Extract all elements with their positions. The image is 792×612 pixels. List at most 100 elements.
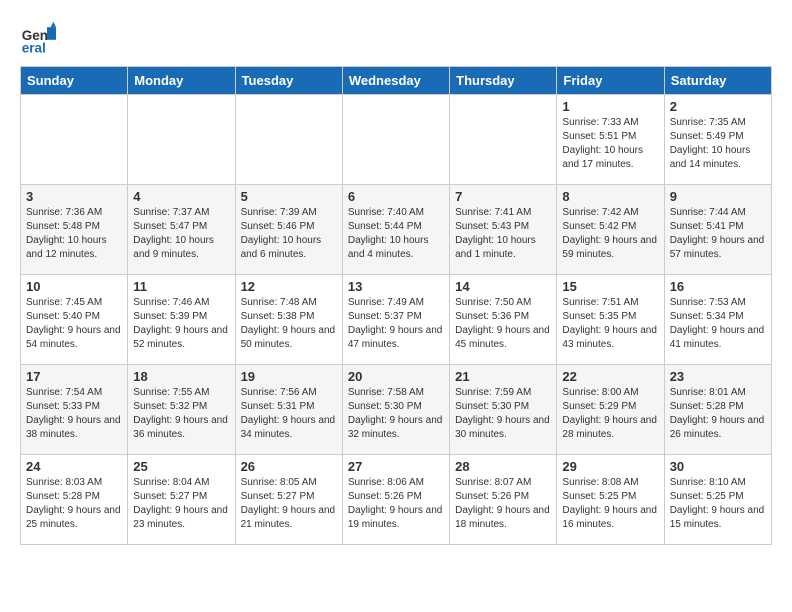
day-number: 26: [241, 459, 337, 474]
calendar-cell: 8 Sunrise: 7:42 AM Sunset: 5:42 PM Daylig…: [557, 185, 664, 275]
day-number: 4: [133, 189, 229, 204]
day-info: Sunrise: 7:36 AM Sunset: 5:48 PM Dayligh…: [26, 206, 122, 262]
logo-icon: Gen eral: [20, 20, 56, 56]
calendar-cell: 7 Sunrise: 7:41 AM Sunset: 5:43 PM Daylig…: [450, 185, 557, 275]
svg-text:eral: eral: [22, 40, 46, 55]
day-info: Sunrise: 8:06 AM Sunset: 5:26 PM Dayligh…: [348, 476, 444, 532]
column-header-wednesday: Wednesday: [342, 67, 449, 95]
day-info: Sunrise: 8:03 AM Sunset: 5:28 PM Dayligh…: [26, 476, 122, 532]
calendar-cell: 1 Sunrise: 7:33 AM Sunset: 5:51 PM Daylig…: [557, 95, 664, 185]
day-info: Sunrise: 7:35 AM Sunset: 5:49 PM Dayligh…: [670, 116, 766, 172]
column-header-sunday: Sunday: [21, 67, 128, 95]
day-number: 24: [26, 459, 122, 474]
calendar-cell: 21 Sunrise: 7:59 AM Sunset: 5:30 PM Dayli…: [450, 365, 557, 455]
day-number: 29: [562, 459, 658, 474]
day-info: Sunrise: 7:54 AM Sunset: 5:33 PM Dayligh…: [26, 386, 122, 442]
calendar-cell: 10 Sunrise: 7:45 AM Sunset: 5:40 PM Dayli…: [21, 275, 128, 365]
calendar-cell: 16 Sunrise: 7:53 AM Sunset: 5:34 PM Dayli…: [664, 275, 771, 365]
calendar-cell: [450, 95, 557, 185]
day-info: Sunrise: 7:42 AM Sunset: 5:42 PM Dayligh…: [562, 206, 658, 262]
calendar-week-5: 24 Sunrise: 8:03 AM Sunset: 5:28 PM Dayli…: [21, 455, 772, 545]
day-number: 18: [133, 369, 229, 384]
day-info: Sunrise: 7:51 AM Sunset: 5:35 PM Dayligh…: [562, 296, 658, 352]
day-number: 23: [670, 369, 766, 384]
day-number: 5: [241, 189, 337, 204]
day-number: 28: [455, 459, 551, 474]
calendar-cell: 24 Sunrise: 8:03 AM Sunset: 5:28 PM Dayli…: [21, 455, 128, 545]
calendar-cell: [21, 95, 128, 185]
day-info: Sunrise: 7:46 AM Sunset: 5:39 PM Dayligh…: [133, 296, 229, 352]
day-info: Sunrise: 7:39 AM Sunset: 5:46 PM Dayligh…: [241, 206, 337, 262]
calendar-cell: 29 Sunrise: 8:08 AM Sunset: 5:25 PM Dayli…: [557, 455, 664, 545]
calendar-cell: 27 Sunrise: 8:06 AM Sunset: 5:26 PM Dayli…: [342, 455, 449, 545]
day-info: Sunrise: 8:07 AM Sunset: 5:26 PM Dayligh…: [455, 476, 551, 532]
day-info: Sunrise: 7:33 AM Sunset: 5:51 PM Dayligh…: [562, 116, 658, 172]
day-info: Sunrise: 7:49 AM Sunset: 5:37 PM Dayligh…: [348, 296, 444, 352]
calendar-cell: 6 Sunrise: 7:40 AM Sunset: 5:44 PM Daylig…: [342, 185, 449, 275]
day-number: 25: [133, 459, 229, 474]
calendar-cell: 5 Sunrise: 7:39 AM Sunset: 5:46 PM Daylig…: [235, 185, 342, 275]
day-info: Sunrise: 8:00 AM Sunset: 5:29 PM Dayligh…: [562, 386, 658, 442]
day-info: Sunrise: 7:59 AM Sunset: 5:30 PM Dayligh…: [455, 386, 551, 442]
day-number: 16: [670, 279, 766, 294]
calendar-header-row: SundayMondayTuesdayWednesdayThursdayFrid…: [21, 67, 772, 95]
calendar-cell: 28 Sunrise: 8:07 AM Sunset: 5:26 PM Dayli…: [450, 455, 557, 545]
calendar-cell: 9 Sunrise: 7:44 AM Sunset: 5:41 PM Daylig…: [664, 185, 771, 275]
day-info: Sunrise: 7:53 AM Sunset: 5:34 PM Dayligh…: [670, 296, 766, 352]
day-number: 27: [348, 459, 444, 474]
calendar-cell: 25 Sunrise: 8:04 AM Sunset: 5:27 PM Dayli…: [128, 455, 235, 545]
calendar-cell: [235, 95, 342, 185]
calendar-week-4: 17Sunrise: 7:54 AM Sunset: 5:33 PM Dayli…: [21, 365, 772, 455]
day-number: 11: [133, 279, 229, 294]
calendar-cell: 19 Sunrise: 7:56 AM Sunset: 5:31 PM Dayli…: [235, 365, 342, 455]
calendar-cell: 11 Sunrise: 7:46 AM Sunset: 5:39 PM Dayli…: [128, 275, 235, 365]
calendar-cell: 26 Sunrise: 8:05 AM Sunset: 5:27 PM Dayli…: [235, 455, 342, 545]
calendar-cell: [128, 95, 235, 185]
column-header-tuesday: Tuesday: [235, 67, 342, 95]
calendar-cell: 12 Sunrise: 7:48 AM Sunset: 5:38 PM Dayli…: [235, 275, 342, 365]
day-number: 14: [455, 279, 551, 294]
column-header-friday: Friday: [557, 67, 664, 95]
day-number: 10: [26, 279, 122, 294]
day-number: 30: [670, 459, 766, 474]
calendar-cell: 13Sunrise: 7:49 AM Sunset: 5:37 PM Dayli…: [342, 275, 449, 365]
day-info: Sunrise: 7:45 AM Sunset: 5:40 PM Dayligh…: [26, 296, 122, 352]
day-info: Sunrise: 8:04 AM Sunset: 5:27 PM Dayligh…: [133, 476, 229, 532]
day-number: 9: [670, 189, 766, 204]
day-info: Sunrise: 7:44 AM Sunset: 5:41 PM Dayligh…: [670, 206, 766, 262]
calendar-cell: 3 Sunrise: 7:36 AM Sunset: 5:48 PM Daylig…: [21, 185, 128, 275]
day-number: 1: [562, 99, 658, 114]
calendar-cell: 18 Sunrise: 7:55 AM Sunset: 5:32 PM Dayli…: [128, 365, 235, 455]
calendar-week-1: 1 Sunrise: 7:33 AM Sunset: 5:51 PM Daylig…: [21, 95, 772, 185]
day-info: Sunrise: 7:55 AM Sunset: 5:32 PM Dayligh…: [133, 386, 229, 442]
day-number: 2: [670, 99, 766, 114]
day-info: Sunrise: 8:05 AM Sunset: 5:27 PM Dayligh…: [241, 476, 337, 532]
day-number: 21: [455, 369, 551, 384]
day-number: 22: [562, 369, 658, 384]
day-info: Sunrise: 7:48 AM Sunset: 5:38 PM Dayligh…: [241, 296, 337, 352]
calendar-table: SundayMondayTuesdayWednesdayThursdayFrid…: [20, 66, 772, 545]
page-header: Gen eral: [20, 20, 772, 56]
day-info: Sunrise: 7:41 AM Sunset: 5:43 PM Dayligh…: [455, 206, 551, 262]
day-number: 19: [241, 369, 337, 384]
calendar-cell: 2 Sunrise: 7:35 AM Sunset: 5:49 PM Daylig…: [664, 95, 771, 185]
day-number: 6: [348, 189, 444, 204]
day-number: 8: [562, 189, 658, 204]
calendar-cell: 14Sunrise: 7:50 AM Sunset: 5:36 PM Dayli…: [450, 275, 557, 365]
day-info: Sunrise: 7:40 AM Sunset: 5:44 PM Dayligh…: [348, 206, 444, 262]
day-number: 3: [26, 189, 122, 204]
day-info: Sunrise: 8:08 AM Sunset: 5:25 PM Dayligh…: [562, 476, 658, 532]
calendar-cell: 20Sunrise: 7:58 AM Sunset: 5:30 PM Dayli…: [342, 365, 449, 455]
calendar-week-2: 3 Sunrise: 7:36 AM Sunset: 5:48 PM Daylig…: [21, 185, 772, 275]
day-info: Sunrise: 8:10 AM Sunset: 5:25 PM Dayligh…: [670, 476, 766, 532]
calendar-cell: 23Sunrise: 8:01 AM Sunset: 5:28 PM Dayli…: [664, 365, 771, 455]
day-number: 7: [455, 189, 551, 204]
calendar-body: 1 Sunrise: 7:33 AM Sunset: 5:51 PM Daylig…: [21, 95, 772, 545]
day-number: 20: [348, 369, 444, 384]
column-header-thursday: Thursday: [450, 67, 557, 95]
calendar-cell: 4Sunrise: 7:37 AM Sunset: 5:47 PM Daylig…: [128, 185, 235, 275]
day-info: Sunrise: 7:56 AM Sunset: 5:31 PM Dayligh…: [241, 386, 337, 442]
calendar-cell: [342, 95, 449, 185]
calendar-cell: 17Sunrise: 7:54 AM Sunset: 5:33 PM Dayli…: [21, 365, 128, 455]
day-number: 12: [241, 279, 337, 294]
